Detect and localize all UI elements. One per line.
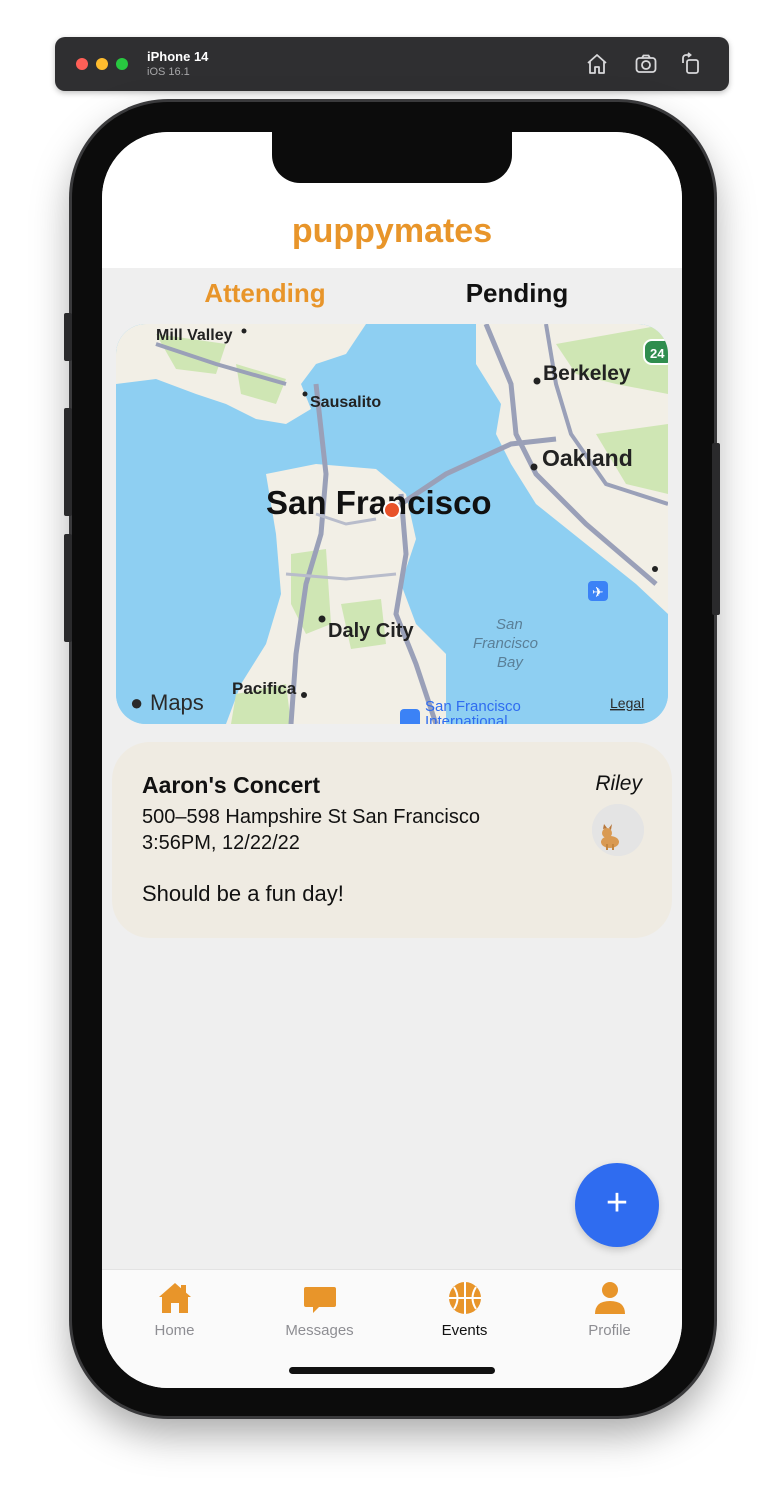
map-canvas: 24 Mill Valley Sausalito Berkeley Oaklan… <box>116 324 668 724</box>
tab-messages[interactable]: Messages <box>247 1280 392 1339</box>
map-label-highway: 24 <box>650 346 665 361</box>
add-event-button[interactable]: + <box>575 1163 659 1247</box>
minimize-window-button[interactable] <box>96 58 108 70</box>
tab-profile[interactable]: Profile <box>537 1280 682 1339</box>
dog-avatar-icon <box>592 804 644 856</box>
map-label-airport-line2: International <box>425 713 508 724</box>
tab-messages-label: Messages <box>285 1322 354 1339</box>
tab-home[interactable]: Home <box>102 1280 247 1339</box>
app-screen: puppymates Attending Pending 24 Mill Val… <box>102 132 682 1388</box>
event-title: Aaron's Concert <box>142 772 321 798</box>
zoom-window-button[interactable] <box>116 58 128 70</box>
airport-icon: ✈ <box>592 584 604 600</box>
rotate-icon[interactable] <box>679 52 703 76</box>
screenshot-icon[interactable] <box>634 52 658 76</box>
event-host-name: Riley <box>595 772 642 795</box>
close-window-button[interactable] <box>76 58 88 70</box>
simulator-device-name: iPhone 14 <box>147 49 209 64</box>
home-icon[interactable] <box>585 52 609 76</box>
map-label-berkeley: Berkeley <box>543 362 631 385</box>
event-map[interactable]: 24 Mill Valley Sausalito Berkeley Oaklan… <box>116 324 668 724</box>
tab-pending[interactable]: Pending <box>372 278 662 309</box>
notch <box>272 132 512 183</box>
map-label-bay-line2: Francisco <box>473 635 538 652</box>
simulator-toolbar: iPhone 14 iOS 16.1 <box>55 37 729 91</box>
apple-logo-icon: ● <box>130 690 143 715</box>
host-avatar[interactable] <box>592 804 644 856</box>
map-label-daly-city: Daly City <box>328 620 414 642</box>
message-icon <box>303 1287 336 1313</box>
map-label-san-francisco: San Francisco <box>266 484 492 521</box>
simulator-os-version: iOS 16.1 <box>147 66 190 78</box>
app-title: puppymates <box>291 212 493 250</box>
basketball-icon <box>448 1282 481 1314</box>
map-label-bay-line3: Bay <box>497 654 524 671</box>
tab-events[interactable]: Events <box>392 1280 537 1339</box>
map-label-sausalito: Sausalito <box>310 394 381 411</box>
volume-up-button <box>64 408 72 516</box>
event-address: 500–598 Hampshire St San Francisco <box>142 806 480 828</box>
tab-home-label: Home <box>154 1322 195 1339</box>
event-description: Should be a fun day! <box>142 881 344 906</box>
event-card[interactable]: Aaron's Concert 500–598 Hampshire St San… <box>112 742 672 938</box>
map-label-bay-line1: San <box>496 616 523 633</box>
power-button <box>712 443 720 615</box>
house-icon <box>158 1283 191 1313</box>
map-label-pacifica: Pacifica <box>232 679 297 698</box>
mute-switch <box>64 313 72 361</box>
maps-brand-label: Maps <box>150 690 204 715</box>
map-label-mill-valley: Mill Valley <box>156 327 233 344</box>
person-icon <box>594 1282 625 1314</box>
volume-down-button <box>64 534 72 642</box>
event-datetime: 3:56PM, 12/22/22 <box>142 832 300 854</box>
tab-attending[interactable]: Attending <box>120 278 410 309</box>
tab-events-label: Events <box>441 1322 488 1339</box>
event-location-pin[interactable] <box>383 501 401 519</box>
home-indicator[interactable] <box>289 1367 495 1374</box>
map-legal-link[interactable]: Legal <box>610 695 644 711</box>
map-label-oakland: Oakland <box>542 445 633 471</box>
tab-profile-label: Profile <box>588 1322 631 1339</box>
